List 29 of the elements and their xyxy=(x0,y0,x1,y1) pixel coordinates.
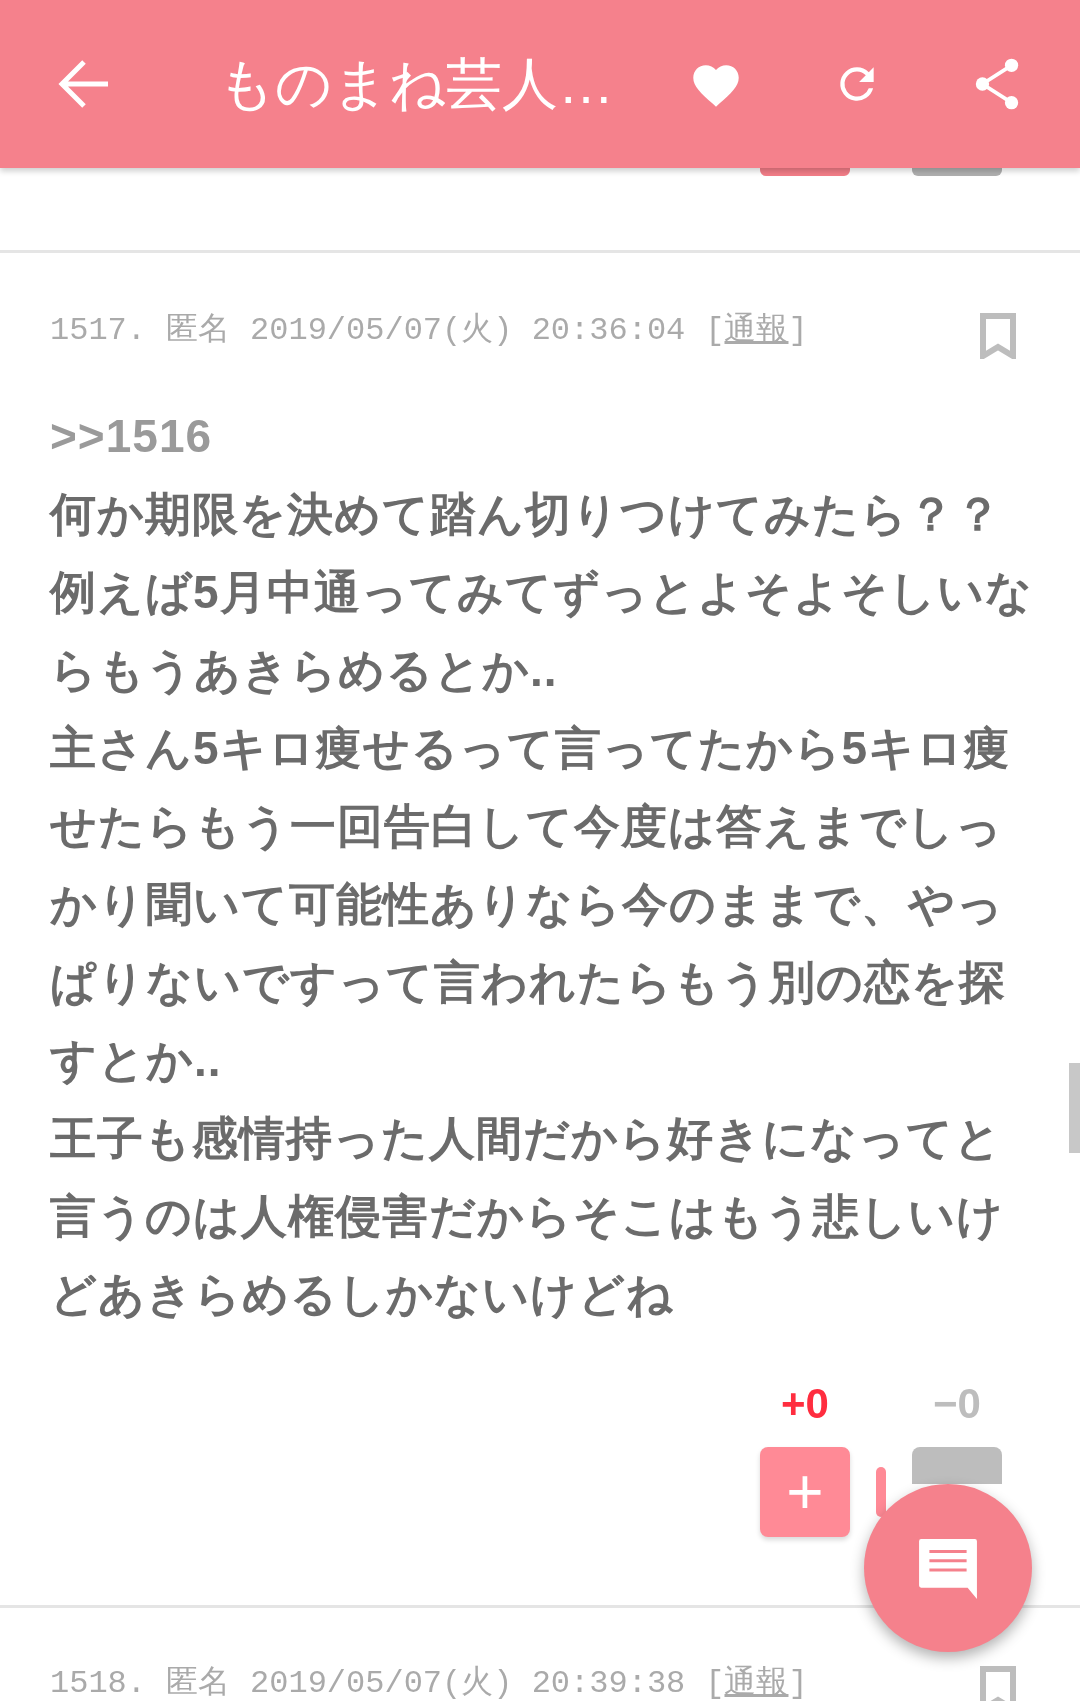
comment-button[interactable] xyxy=(864,1484,1032,1652)
upvote-button[interactable]: + xyxy=(760,1447,850,1537)
bracket: [ xyxy=(705,311,725,351)
back-arrow-icon[interactable] xyxy=(58,60,110,108)
post-date: 2019/05/07(火) 20:39:38 xyxy=(250,1664,686,1701)
app-bar-title: ものまね芸人… xyxy=(218,51,614,117)
bracket: ] xyxy=(788,1664,808,1701)
bookmark-icon[interactable] xyxy=(980,1666,1016,1701)
bracket: [ xyxy=(705,1664,725,1701)
vote-ratio-bar xyxy=(876,1467,886,1517)
author-name: 匿名 xyxy=(166,311,230,351)
bracket: ] xyxy=(788,311,808,351)
post-number: 1517. xyxy=(50,311,146,351)
downvote-button[interactable] xyxy=(912,168,1002,176)
bookmark-icon[interactable] xyxy=(980,313,1016,359)
post-date: 2019/05/07(火) 20:36:04 xyxy=(250,311,686,351)
author-name: 匿名 xyxy=(166,1664,230,1701)
post-text: 主さん5キロ痩せるって言ってたから5キロ痩せたらもう一回告白して今度は答えまでしっかり聞いて可能性ありなら今のままで、やっぱりないですって言われたらもう別の恋を探すとか.. xyxy=(50,721,1013,1088)
post-number: 1518. xyxy=(50,1664,146,1701)
comment-icon xyxy=(917,1537,979,1599)
post-text: 例えば5月中通ってみてずっとよそよそしいならもうあきらめるとか.. xyxy=(50,565,1034,698)
post-text: 何か期限を決めて踏ん切りつけてみたら？？ xyxy=(50,487,1003,542)
upvote-button[interactable] xyxy=(760,168,850,176)
report-link[interactable]: 通報 xyxy=(724,1660,789,1701)
plus-count: +0 xyxy=(781,1383,829,1425)
minus-count: −0 xyxy=(933,1383,981,1425)
report-link[interactable]: 通報 xyxy=(724,307,789,355)
post-text: 王子も感情持った人間だから好きになってと言うのは人権侵害だからそこはもう悲しいけどあきらめるしかないけどね xyxy=(50,1111,1005,1322)
reply-anchor[interactable]: >>1516 xyxy=(50,397,1040,475)
